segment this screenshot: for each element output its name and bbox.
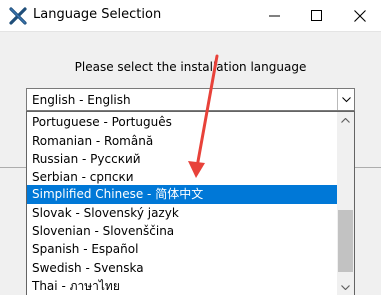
title-bar[interactable]: Language Selection — [0, 0, 381, 31]
dropdown-toggle[interactable] — [337, 89, 354, 110]
close-button[interactable] — [339, 0, 381, 31]
minimize-button[interactable] — [253, 0, 295, 31]
chevron-down-icon — [341, 96, 351, 102]
maximize-button[interactable] — [295, 0, 337, 31]
list-scrollbar[interactable] — [337, 112, 354, 295]
scroll-up-arrow-icon — [341, 118, 350, 123]
list-item[interactable]: Slovenian - Slovenščina — [27, 222, 338, 241]
close-icon — [354, 9, 366, 22]
list-item[interactable]: Portuguese - Português — [27, 113, 338, 132]
dropdown-selected-value: English - English — [32, 93, 131, 107]
title-separator — [0, 31, 381, 32]
list-item[interactable]: Slovak - Slovenský jazyk — [27, 204, 338, 223]
maximize-icon — [310, 10, 322, 21]
divider — [355, 167, 381, 168]
scrollbar-thumb[interactable] — [338, 210, 353, 272]
minimize-icon — [268, 15, 280, 17]
divider — [0, 167, 26, 168]
instruction-text: Please select the installation language — [74, 60, 307, 74]
x-logo-icon — [9, 7, 27, 25]
list-item[interactable]: Thai - ภาษาไทย — [27, 277, 338, 295]
list-item-selected[interactable]: Simplified Chinese - 简体中文 — [27, 185, 338, 204]
list-item[interactable]: Spanish - Español — [27, 240, 338, 259]
scroll-down-arrow-icon — [341, 285, 350, 290]
language-list[interactable]: Portuguese - Português Romanian - Română… — [26, 111, 355, 295]
language-dropdown[interactable]: English - English — [26, 88, 355, 111]
window-title: Language Selection — [33, 7, 162, 22]
scroll-down-button[interactable] — [337, 279, 354, 295]
list-item[interactable]: Russian - Русский — [27, 150, 338, 169]
list-item[interactable]: Swedish - Svenska — [27, 259, 338, 278]
list-item[interactable]: Romanian - Română — [27, 132, 338, 151]
scroll-up-button[interactable] — [337, 112, 354, 129]
language-selection-dialog: Language Selection Please select the ins… — [0, 0, 381, 295]
